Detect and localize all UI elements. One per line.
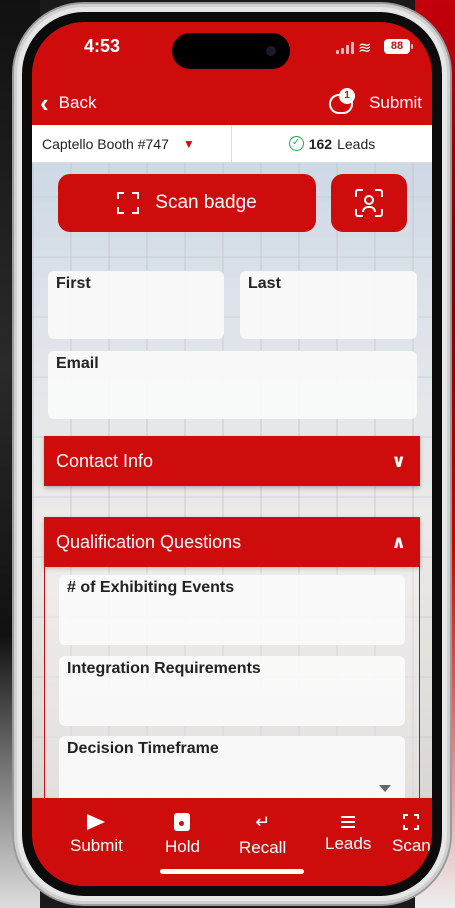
tab-leads-label: Leads [325, 834, 372, 853]
send-icon [87, 814, 106, 830]
exhibiting-events-label: # of Exhibiting Events [67, 579, 235, 596]
face-scan-icon [355, 189, 383, 217]
selector-bar: Captello Booth #747 ▼ ✓ 162 Leads [32, 125, 432, 163]
contact-info-section-header[interactable]: Contact Info ∨ [44, 436, 420, 486]
status-bar: 4:53 ≋ 88 [32, 22, 432, 80]
scan-badge-label: Scan badge [155, 192, 257, 213]
integration-requirements-label: Integration Requirements [67, 660, 261, 677]
contact-info-title: Contact Info [56, 450, 154, 471]
camera-icon [266, 46, 276, 56]
tab-recall[interactable]: ↵ Recall [239, 812, 286, 858]
tab-submit-label: Submit [70, 836, 123, 855]
leads-label: Leads [337, 135, 376, 152]
back-label: Back [58, 93, 97, 112]
qualification-title: Qualification Questions [56, 531, 242, 552]
tab-scan-label: Scan [392, 836, 431, 855]
submit-top-label: Submit [369, 93, 422, 112]
leads-counter[interactable]: ✓ 162 Leads [232, 136, 432, 152]
exhibiting-events-field[interactable]: # of Exhibiting Events [59, 575, 405, 645]
app-screen: 4:53 ≋ 88 ‹ Back 1 Submit Captello Booth… [32, 22, 432, 886]
booth-selector[interactable]: Captello Booth #747 ▼ [32, 125, 232, 162]
first-name-label: First [56, 275, 91, 292]
decision-timeframe-label: Decision Timeframe [67, 740, 219, 757]
last-name-field[interactable]: Last [240, 271, 417, 339]
scan-icon [403, 814, 420, 830]
email-field[interactable]: Email [48, 351, 417, 419]
chevron-down-icon: ∨ [391, 450, 406, 471]
email-label: Email [56, 355, 99, 372]
chevron-left-icon: ‹ [40, 88, 49, 118]
signal-icon [336, 42, 354, 54]
scan-badge-button[interactable]: Scan badge [58, 174, 316, 232]
dynamic-island [172, 33, 290, 69]
bottom-tab-bar: Submit Hold ↵ Recall Leads Scan [32, 798, 432, 886]
tab-recall-label: Recall [239, 838, 287, 857]
chevron-down-icon: ▼ [182, 136, 195, 151]
chevron-up-icon: ∧ [391, 531, 406, 552]
first-name-field[interactable]: First [48, 271, 224, 339]
integration-requirements-field[interactable]: Integration Requirements [59, 656, 405, 726]
back-button[interactable]: ‹ Back [40, 90, 96, 116]
notification-badge: 1 [339, 88, 356, 104]
save-icon [174, 813, 191, 831]
wifi-icon: ≋ [358, 40, 372, 57]
decision-timeframe-select[interactable]: Decision Timeframe [59, 736, 405, 806]
dropdown-caret-icon [379, 785, 391, 792]
return-icon: ↵ [255, 812, 271, 832]
content-area: Captello Booth #747 ▼ ✓ 162 Leads Scan b… [32, 125, 432, 807]
qualification-section-header[interactable]: Qualification Questions ∧ [44, 517, 420, 567]
submit-top-button[interactable]: 1 Submit [327, 88, 422, 118]
tab-leads[interactable]: Leads [325, 812, 371, 854]
nav-bar: ‹ Back 1 Submit [32, 82, 432, 128]
last-name-label: Last [248, 275, 281, 292]
scan-frame-icon [117, 192, 140, 214]
status-time: 4:53 [84, 36, 121, 56]
face-scan-button[interactable] [331, 174, 407, 232]
tab-hold[interactable]: Hold [165, 812, 200, 857]
check-circle-icon: ✓ [288, 136, 304, 151]
leads-count: 162 [308, 135, 333, 152]
qualification-panel: # of Exhibiting Events Integration Requi… [44, 567, 420, 807]
tab-scan[interactable]: Scan [392, 812, 431, 856]
battery-icon: 88 [384, 39, 413, 54]
booth-name: Captello Booth #747 [42, 135, 169, 152]
list-icon [341, 816, 356, 828]
tab-submit[interactable]: Submit [70, 812, 123, 856]
tab-hold-label: Hold [165, 837, 200, 856]
chat-bubble-icon: 1 [327, 88, 359, 118]
home-indicator[interactable] [160, 869, 304, 874]
